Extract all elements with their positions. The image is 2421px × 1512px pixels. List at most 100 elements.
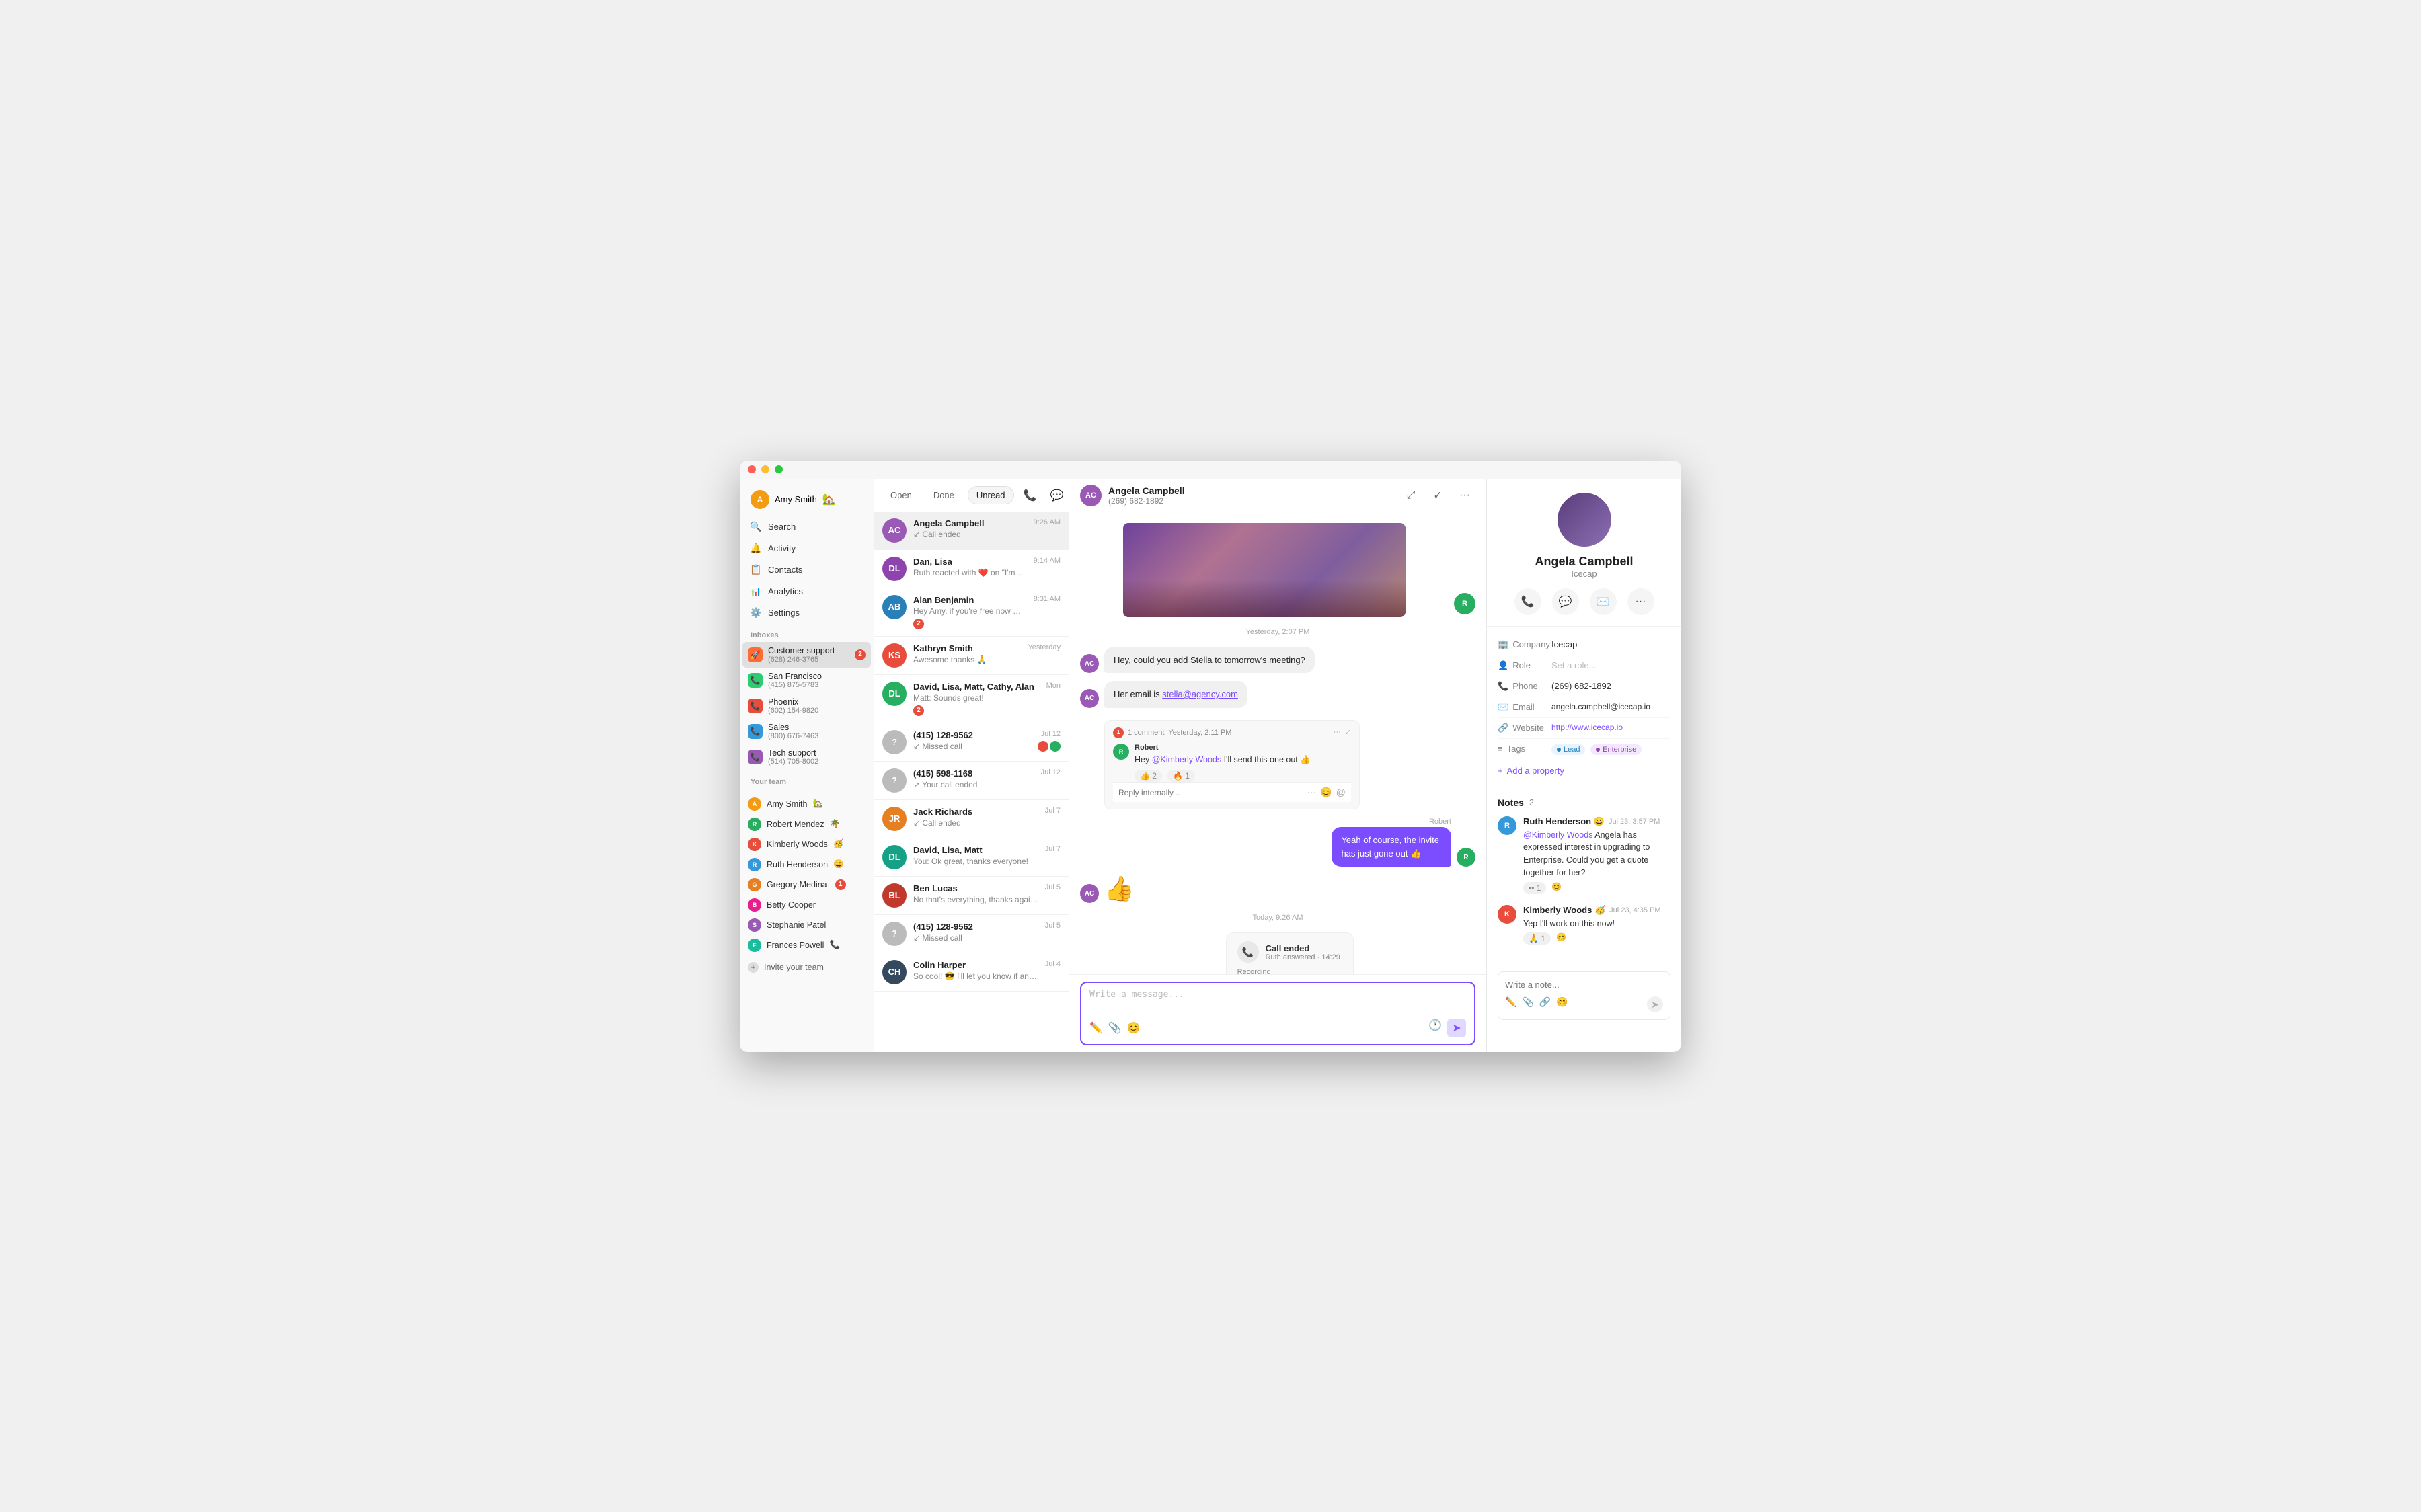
detail-more-button[interactable]: ··· — [1627, 588, 1654, 615]
inbox-sales[interactable]: 📞 Sales (800) 676-7463 — [742, 719, 871, 744]
conv-item-jack-richards[interactable]: JR Jack Richards ↙ Call ended Jul 7 — [874, 800, 1069, 838]
format-icon[interactable]: ✏️ — [1089, 1021, 1103, 1035]
conv-name-phone-1: (415) 128-9562 — [913, 730, 1031, 740]
inbox-san-francisco[interactable]: 📞 San Francisco (415) 875-5783 — [742, 668, 871, 693]
conv-item-phone-2[interactable]: ? (415) 598-1168 ↗ Your call ended Jul 1… — [874, 762, 1069, 800]
inbox-icon-sales: 📞 — [748, 724, 763, 739]
info-value-website[interactable]: http://www.icecap.io — [1551, 723, 1670, 732]
phone-icon-button[interactable]: 📞 — [1020, 485, 1041, 506]
note-send-button[interactable]: ➤ — [1647, 996, 1663, 1012]
team-item-betty-cooper[interactable]: B Betty Cooper — [740, 895, 874, 915]
add-property-button[interactable]: + Add a property — [1498, 760, 1670, 781]
comment-more-icon[interactable]: ··· — [1334, 728, 1341, 737]
detail-phone-button[interactable]: 📞 — [1514, 588, 1541, 615]
conv-avatar-dan-lisa: DL — [882, 557, 907, 581]
note-attach-icon[interactable]: 📎 — [1522, 996, 1533, 1012]
sidebar-item-contacts[interactable]: 📋 Contacts — [745, 560, 868, 580]
reply-emoji-icon[interactable]: 😊 — [1320, 787, 1332, 798]
sidebar-item-settings[interactable]: ⚙️ Settings — [745, 603, 868, 623]
chat-message-input[interactable] — [1089, 990, 1466, 1010]
chat-icon-button[interactable]: 💬 — [1046, 485, 1068, 506]
conv-item-alan-benjamin[interactable]: AB Alan Benjamin Hey Amy, if you're free… — [874, 588, 1069, 637]
conv-item-phone-1[interactable]: ? (415) 128-9562 ↙ Missed call Jul 12 — [874, 723, 1069, 762]
expand-icon-button[interactable]: ⤢ — [1400, 485, 1422, 506]
team-item-amy-smith[interactable]: A Amy Smith 🏡 — [740, 794, 874, 814]
tab-open[interactable]: Open — [882, 487, 920, 504]
note-reaction-2[interactable]: 🙏 1 — [1523, 932, 1551, 945]
attach-icon[interactable]: 📎 — [1108, 1021, 1122, 1035]
reaction-fire[interactable]: 🔥 1 — [1167, 770, 1195, 782]
inbox-phoenix[interactable]: 📞 Phoenix (602) 154-9820 — [742, 693, 871, 719]
sidebar-item-analytics[interactable]: 📊 Analytics — [745, 582, 868, 602]
note-emoji-icon[interactable]: 😊 — [1556, 996, 1568, 1012]
detail-chat-button[interactable]: 💬 — [1552, 588, 1579, 615]
sidebar-item-search[interactable]: 🔍 Search — [745, 517, 868, 537]
conv-item-david-lisa-matt[interactable]: DL David, Lisa, Matt You: Ok great, than… — [874, 838, 1069, 877]
maximize-dot[interactable] — [775, 465, 783, 473]
more-icon-button[interactable]: ··· — [1454, 485, 1475, 506]
note-input[interactable] — [1505, 980, 1663, 990]
conv-item-colin-harper[interactable]: CH Colin Harper So cool! 😎 I'll let you … — [874, 953, 1069, 992]
check-icon-button[interactable]: ✓ — [1427, 485, 1449, 506]
call-sub: Ruth answered · 14:29 — [1266, 953, 1340, 961]
conv-name-jack: Jack Richards — [913, 807, 1038, 817]
note-format-icon[interactable]: ✏️ — [1505, 996, 1516, 1012]
conv-item-kathryn-smith[interactable]: KS Kathryn Smith Awesome thanks 🙏 Yester… — [874, 637, 1069, 675]
note-reaction-1[interactable]: •• 1 — [1523, 882, 1546, 894]
tab-unread[interactable]: Unread — [968, 486, 1014, 504]
note-link-icon[interactable]: 🔗 — [1539, 996, 1551, 1012]
reply-more-icon[interactable]: ··· — [1307, 787, 1316, 798]
emoji-icon[interactable]: 😊 — [1127, 1021, 1141, 1035]
tag-lead[interactable]: Lead — [1551, 744, 1585, 755]
team-item-ruth-henderson[interactable]: R Ruth Henderson 😀 — [740, 854, 874, 875]
sidebar-item-activity[interactable]: 🔔 Activity — [745, 539, 868, 559]
invite-team-button[interactable]: + Invite your team — [740, 958, 874, 977]
conv-item-angela-campbell[interactable]: AC Angela Campbell ↙ Call ended 9:26 AM — [874, 512, 1069, 550]
minimize-dot[interactable] — [761, 465, 769, 473]
conv-item-dan-lisa[interactable]: DL Dan, Lisa Ruth reacted with ❤️ on "I'… — [874, 550, 1069, 588]
team-item-stephanie-patel[interactable]: S Stephanie Patel — [740, 915, 874, 935]
detail-email-button[interactable]: ✉️ — [1590, 588, 1617, 615]
inbox-icon-san-francisco: 📞 — [748, 673, 763, 688]
tab-done[interactable]: Done — [925, 487, 962, 504]
inbox-customer-support[interactable]: 🚀 Customer support (628) 246-3765 2 — [742, 642, 871, 668]
note-reaction-smile-1[interactable]: 😊 — [1551, 882, 1562, 894]
close-dot[interactable] — [748, 465, 756, 473]
sidebar-user-name: Amy Smith — [775, 494, 817, 504]
conv-item-david-group[interactable]: DL David, Lisa, Matt, Cathy, Alan Matt: … — [874, 675, 1069, 723]
tag-enterprise[interactable]: Enterprise — [1590, 744, 1642, 755]
details-avatar — [1558, 493, 1611, 547]
inbox-tech-support[interactable]: 📞 Tech support (514) 705-8002 — [742, 744, 871, 770]
team-item-frances-powell[interactable]: F Frances Powell 📞 — [740, 935, 874, 955]
comment-body-row: R Robert Hey @Kimberly Woods I'll send t… — [1113, 744, 1351, 783]
comment-check-icon[interactable]: ✓ — [1345, 728, 1351, 737]
reply-at-icon[interactable]: @ — [1336, 787, 1346, 798]
team-emoji-ruth: 😀 — [833, 859, 844, 869]
email-link[interactable]: stella@agency.com — [1162, 689, 1238, 699]
note-reaction-smile-2[interactable]: 😊 — [1556, 932, 1566, 945]
sidebar-nav-search-label: Search — [768, 522, 796, 532]
chat-header: AC Angela Campbell (269) 682-1892 ⤢ ✓ ··… — [1069, 479, 1486, 512]
recording-label: Recording — [1237, 968, 1343, 973]
conv-name-phone-2: (415) 598-1168 — [913, 768, 1034, 779]
conv-item-phone-3[interactable]: ? (415) 128-9562 ↙ Missed call Jul 5 — [874, 915, 1069, 953]
conv-item-ben-lucas[interactable]: BL Ben Lucas No that's everything, thank… — [874, 877, 1069, 915]
sidebar-user[interactable]: A Amy Smith 🏡 — [740, 485, 874, 517]
clock-icon[interactable]: 🕐 — [1428, 1019, 1442, 1037]
role-icon: 👤 — [1498, 660, 1508, 671]
conv-time-colin: Jul 4 — [1045, 960, 1061, 968]
note-time-2: Jul 23, 4:35 PM — [1609, 906, 1660, 914]
website-icon: 🔗 — [1498, 723, 1508, 733]
inbox-info-customer-support: Customer support (628) 246-3765 — [768, 646, 849, 664]
conv-time-ben-lucas: Jul 5 — [1045, 883, 1061, 891]
reaction-thumbs[interactable]: 👍 2 — [1135, 770, 1162, 782]
team-label: Your team — [740, 770, 874, 789]
team-item-robert-mendez[interactable]: R Robert Mendez 🌴 — [740, 814, 874, 834]
info-value-role[interactable]: Set a role... — [1551, 660, 1670, 670]
settings-icon: ⚙️ — [751, 608, 761, 619]
conversations-list: AC Angela Campbell ↙ Call ended 9:26 AM … — [874, 512, 1069, 1052]
team-item-kimberly-woods[interactable]: K Kimberly Woods 🥳 — [740, 834, 874, 854]
reply-input[interactable] — [1118, 788, 1301, 797]
team-item-gregory-medina[interactable]: G Gregory Medina 1 — [740, 875, 874, 895]
send-button[interactable]: ➤ — [1447, 1019, 1466, 1037]
